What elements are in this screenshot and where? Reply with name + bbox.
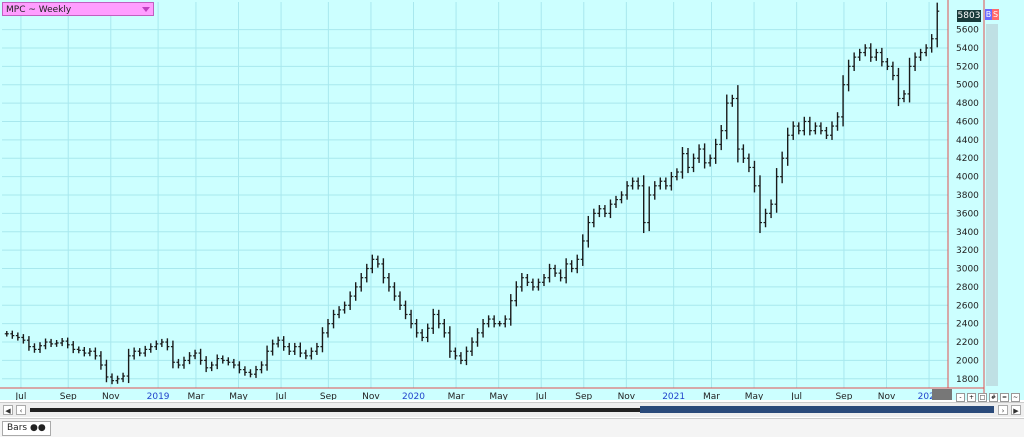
x-tick-label: May [489, 392, 508, 400]
horizontal-scrollbar[interactable]: ◀ ‹ › ▶ [0, 402, 1024, 417]
y-tick-label: 2600 [956, 301, 979, 311]
grid-icon[interactable]: # [989, 393, 998, 402]
x-tick-label: Jul [535, 392, 547, 400]
time-cursor-marker [932, 389, 952, 400]
y-tick-label: 3800 [956, 191, 979, 201]
scroll-left-icon[interactable]: ‹ [16, 405, 26, 415]
x-tick-label: Sep [60, 392, 77, 400]
scroll-thumb[interactable] [640, 406, 994, 413]
y-tick-label: 2800 [956, 283, 979, 293]
y-tick-label: 5200 [956, 62, 979, 72]
price-scale-strip [986, 24, 998, 386]
x-tick-label: Nov [878, 392, 896, 400]
symbol-selector[interactable]: MPC ~ Weekly [2, 2, 154, 16]
chart-window: 1800 2000 2200 2400 2600 2800 3000 3200 3400 3600… [0, 0, 1024, 437]
x-tick-label: 2019 [147, 392, 170, 400]
reset-icon[interactable]: ~ [1011, 393, 1020, 402]
x-tick-label: Mar [703, 392, 720, 400]
scroll-right-icon[interactable]: › [998, 405, 1008, 415]
x-tick-label: Nov [362, 392, 380, 400]
status-bar: Bars ●● [0, 418, 1024, 437]
fit-icon[interactable]: □ [978, 393, 987, 402]
x-tick-label: Sep [835, 392, 852, 400]
x-tick-label: May [745, 392, 764, 400]
x-tick-label: 2020 [402, 392, 425, 400]
last-price-tag: 5803 [957, 10, 981, 22]
y-tick-label: 4400 [956, 136, 979, 146]
y-tick-label: 3600 [956, 209, 979, 219]
zoom-in-icon[interactable]: + [967, 393, 976, 402]
binoculars-icon: ●● [29, 423, 46, 433]
dropdown-arrow-icon[interactable] [142, 7, 150, 12]
chart-mode-label: Bars [7, 423, 28, 433]
symbol-title: MPC ~ Weekly [6, 5, 72, 15]
zoom-out-icon[interactable]: - [956, 393, 965, 402]
x-tick-label: Sep [320, 392, 337, 400]
sell-button[interactable]: S [992, 9, 999, 20]
x-tick-label: Mar [187, 392, 204, 400]
price-chart[interactable]: 1800 2000 2200 2400 2600 2800 3000 3200 3400 3600… [0, 0, 1024, 400]
y-tick-label: 5600 [956, 26, 979, 36]
scroll-last-icon[interactable]: ▶ [1011, 405, 1021, 415]
y-tick-label: 4600 [956, 117, 979, 127]
y-tick-label: 5400 [956, 44, 979, 54]
y-tick-label: 2400 [956, 320, 979, 330]
y-tick-label: 1800 [956, 375, 979, 385]
chart-mode-button[interactable]: Bars ●● [2, 421, 51, 436]
x-tick-label: May [229, 392, 248, 400]
y-tick-label: 4000 [956, 173, 979, 183]
y-tick-label: 2200 [956, 338, 979, 348]
y-tick-label: 3400 [956, 228, 979, 238]
y-tick-label: 5000 [956, 81, 979, 91]
x-tick-label: Nov [618, 392, 636, 400]
y-tick-label: 3000 [956, 265, 979, 275]
y-tick-label: 4800 [956, 99, 979, 109]
chart-area[interactable]: 1800 2000 2200 2400 2600 2800 3000 3200 3400 3600… [0, 0, 1024, 400]
scroll-first-icon[interactable]: ◀ [3, 405, 13, 415]
x-tick-label: Sep [575, 392, 592, 400]
x-tick-label: Nov [102, 392, 120, 400]
y-tick-label: 4200 [956, 154, 979, 164]
y-tick-label: 2000 [956, 356, 979, 366]
x-tick-label: Jul [14, 392, 26, 400]
buy-button[interactable]: B [985, 9, 992, 20]
settings-icon[interactable]: = [1000, 393, 1009, 402]
y-tick-label: 3200 [956, 246, 979, 256]
x-tick-label: Jul [275, 392, 287, 400]
x-tick-label: Mar [448, 392, 465, 400]
x-tick-label: Jul [790, 392, 802, 400]
x-tick-label: 2021 [662, 392, 685, 400]
